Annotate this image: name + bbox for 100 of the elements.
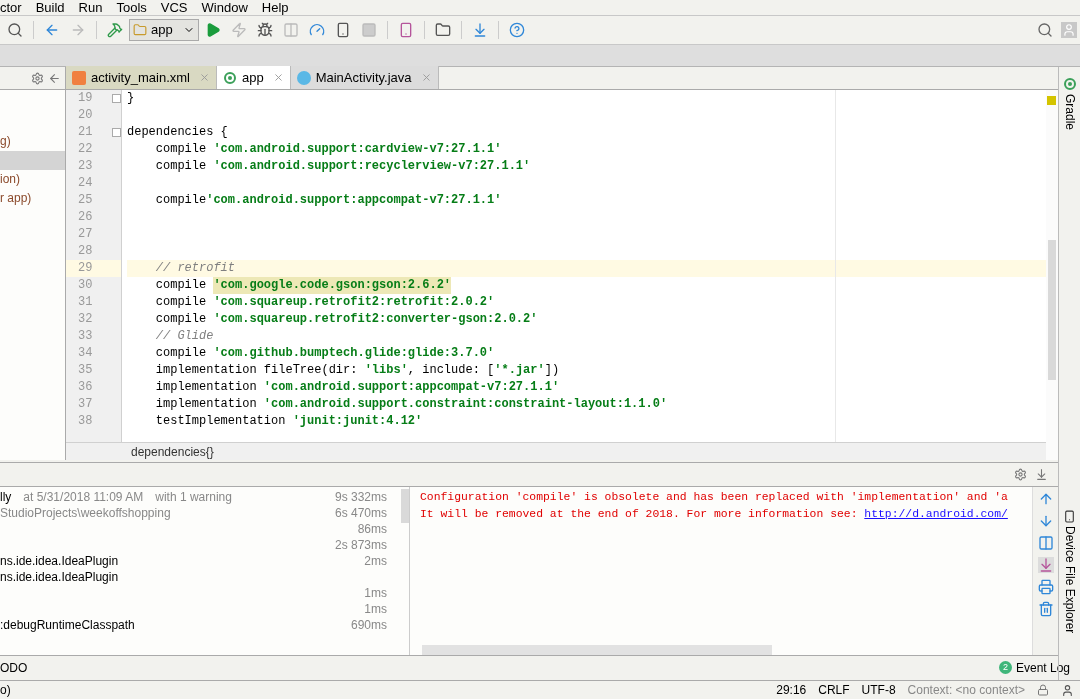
project-tree-item[interactable]: ion) bbox=[0, 170, 65, 189]
gradle-icon bbox=[1062, 77, 1077, 91]
line-separator-selector[interactable]: CRLF bbox=[818, 681, 850, 699]
breadcrumb[interactable]: dependencies{} bbox=[131, 442, 214, 461]
code-text: compile bbox=[154, 294, 208, 311]
build-time: 2s 873ms bbox=[334, 537, 388, 554]
editor-tab[interactable]: MainActivity.java bbox=[290, 66, 439, 89]
code-text: compile bbox=[154, 277, 208, 294]
line-number: 30 bbox=[77, 277, 94, 294]
code-text: '*.jar' bbox=[494, 362, 545, 379]
build-node-title[interactable]: lly bbox=[0, 488, 12, 506]
build-node-title[interactable]: ns.ide.idea.IdeaPlugin bbox=[0, 552, 119, 570]
line-number: 23 bbox=[77, 158, 94, 175]
scrollbar-thumb[interactable] bbox=[401, 489, 409, 523]
menu-item[interactable]: Window bbox=[201, 0, 248, 15]
project-tree-item[interactable]: r app) bbox=[0, 189, 65, 208]
print-icon[interactable] bbox=[1037, 579, 1054, 595]
scrollbar-thumb[interactable] bbox=[1048, 240, 1056, 380]
menu-item[interactable]: Tools bbox=[116, 0, 147, 15]
hide-panel-icon[interactable] bbox=[1035, 468, 1048, 481]
horizontal-scrollbar[interactable] bbox=[422, 645, 772, 655]
code-text: compile bbox=[154, 158, 208, 175]
code-text: } bbox=[127, 90, 135, 107]
menu-item[interactable]: Help bbox=[261, 0, 289, 15]
line-number: 19 bbox=[77, 90, 94, 107]
device-explorer-tool-button[interactable]: Device File Explorer bbox=[1060, 510, 1079, 634]
code-text: // retrofit bbox=[154, 260, 236, 277]
line-number: 21 bbox=[77, 124, 94, 141]
menu-item[interactable]: VCS bbox=[160, 0, 188, 15]
code-text: compile bbox=[154, 192, 207, 209]
scroll-to-end-icon[interactable] bbox=[1037, 557, 1054, 573]
code-text: 'com.android.support:appcompat-v7:27.1.1' bbox=[206, 192, 502, 209]
line-number: 31 bbox=[77, 294, 94, 311]
code-text: dependencies { bbox=[127, 124, 228, 141]
close-icon[interactable] bbox=[420, 72, 432, 83]
run-config-dropdown[interactable]: app bbox=[129, 19, 199, 41]
project-tree-item[interactable]: g) bbox=[0, 132, 65, 151]
code-text: 'com.google.code.gson:gson:2.6.2' bbox=[213, 277, 452, 294]
line-number: 27 bbox=[77, 226, 94, 243]
code-text: , include: [ bbox=[407, 362, 495, 379]
settings-icon[interactable] bbox=[1014, 468, 1027, 481]
console-text: Configuration 'compile' is obsolete and has been replaced with 'implementation' and 'a bbox=[420, 490, 1008, 505]
line-number: 29 bbox=[77, 260, 94, 277]
link[interactable]: http://d.android.com/ bbox=[864, 506, 1008, 523]
collapse-icon[interactable] bbox=[48, 71, 61, 85]
build-time: 690ms bbox=[350, 617, 388, 634]
phone-icon bbox=[1063, 510, 1076, 524]
console-text: It will be removed at the end of 2018. For more information see: bbox=[420, 507, 859, 522]
class-icon bbox=[296, 70, 311, 85]
code-text: implementation bbox=[154, 396, 258, 413]
code-text: 'libs' bbox=[364, 362, 408, 379]
build-time: 2ms bbox=[364, 553, 388, 570]
code-text: 'com.squareup.retrofit2:retrofit:2.0.2' bbox=[213, 294, 495, 311]
gradle-tool-button[interactable]: Gradle bbox=[1060, 77, 1079, 131]
line-number: 20 bbox=[77, 107, 94, 124]
encoding-selector[interactable]: UTF-8 bbox=[861, 681, 896, 699]
lock-icon[interactable] bbox=[1037, 684, 1049, 696]
build-node-title[interactable]: ns.ide.idea.IdeaPlugin bbox=[0, 568, 119, 586]
xml-file-icon bbox=[72, 70, 86, 85]
editor-tab[interactable]: app bbox=[216, 66, 291, 89]
code-text: 'junit:junit:4.12' bbox=[292, 413, 423, 430]
menu-item[interactable]: Build bbox=[35, 0, 65, 15]
build-time: 1ms bbox=[364, 601, 388, 618]
build-node-detail: with 1 warning bbox=[155, 489, 232, 506]
code-text: ]) bbox=[544, 362, 560, 379]
settings-icon[interactable] bbox=[31, 71, 44, 85]
build-time: 86ms bbox=[357, 521, 388, 538]
editor-tab[interactable]: activity_main.xml bbox=[66, 66, 217, 89]
fold-icon[interactable] bbox=[112, 128, 121, 137]
close-icon[interactable] bbox=[198, 72, 210, 83]
status-text: o) bbox=[0, 682, 11, 699]
tool-window-button[interactable]: ODO bbox=[0, 658, 28, 677]
code-text: implementation bbox=[154, 379, 258, 396]
menu-item[interactable]: ctor bbox=[0, 0, 22, 15]
line-number: 38 bbox=[77, 413, 94, 430]
line-number: 33 bbox=[77, 328, 94, 345]
build-node-detail: at 5/31/2018 11:09 AM bbox=[23, 489, 144, 506]
line-number: 28 bbox=[77, 243, 94, 260]
trash-icon[interactable] bbox=[1037, 601, 1054, 617]
line-number: 34 bbox=[77, 345, 94, 362]
code-text: 'com.android.support:cardview-v7:27.1.1' bbox=[213, 141, 502, 158]
build-node-title[interactable]: :debugRuntimeClasspath bbox=[0, 616, 135, 634]
line-number: 24 bbox=[77, 175, 94, 192]
event-log-button[interactable]: 2 Event Log bbox=[998, 658, 1070, 677]
build-time: 9s 332ms bbox=[334, 489, 388, 506]
user-avatar-icon[interactable] bbox=[1061, 22, 1077, 38]
caret-position[interactable]: 29:16 bbox=[776, 681, 807, 699]
warning-marker bbox=[1047, 96, 1056, 105]
gradle-icon bbox=[222, 70, 237, 85]
line-number: 26 bbox=[77, 209, 94, 226]
code-text: 'com.android.support:appcompat-v7:27.1.1' bbox=[263, 379, 560, 396]
code-text: implementation fileTree(dir: bbox=[154, 362, 359, 379]
code-text: compile bbox=[154, 345, 208, 362]
fold-icon[interactable] bbox=[112, 94, 121, 103]
menu-item[interactable]: Run bbox=[78, 0, 103, 15]
code-text: 'com.github.bumptech.glide:glide:3.7.0' bbox=[213, 345, 495, 362]
line-number: 37 bbox=[77, 396, 94, 413]
line-number: 35 bbox=[77, 362, 94, 379]
context-label: Context: <no context> bbox=[907, 682, 1025, 699]
close-icon[interactable] bbox=[272, 72, 284, 83]
